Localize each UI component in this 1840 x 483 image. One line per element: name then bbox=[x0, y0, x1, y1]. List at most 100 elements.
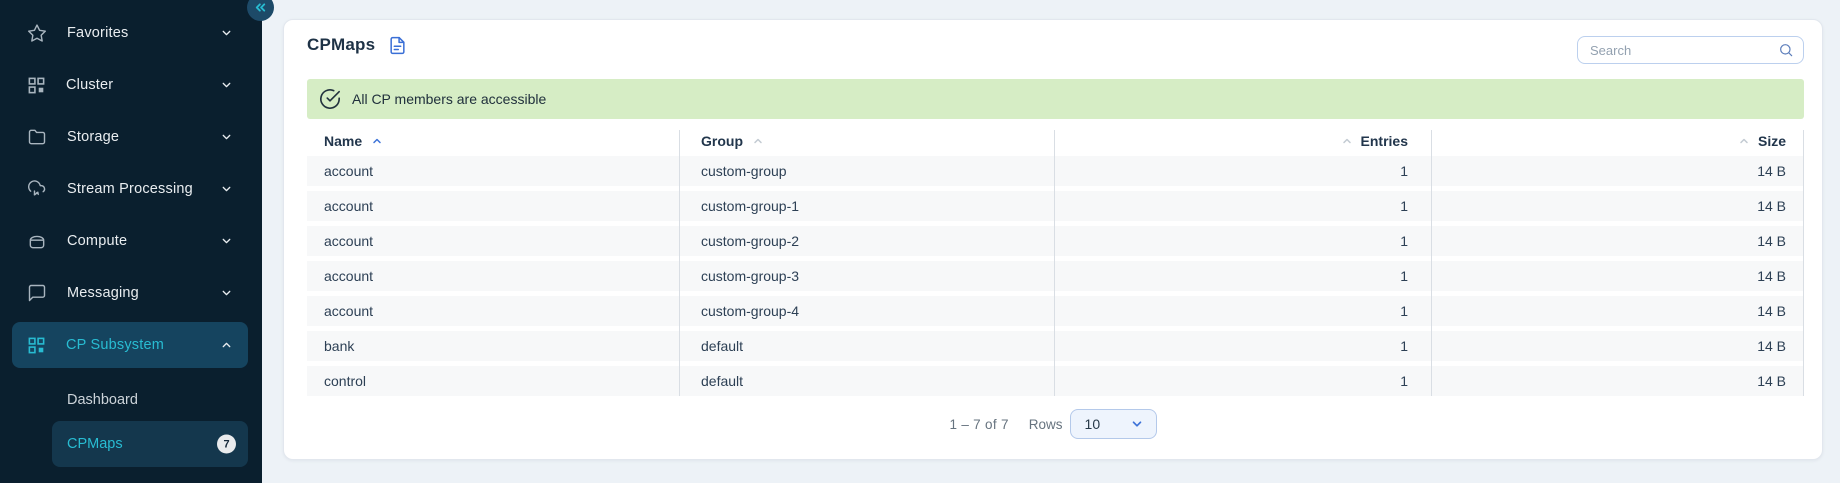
sidebar-subitem-label: Dashboard bbox=[67, 392, 138, 408]
cell-group: custom-group-1 bbox=[679, 191, 1054, 221]
cell-size: 14 B bbox=[1431, 366, 1806, 396]
page-title: CPMaps bbox=[307, 35, 375, 55]
cell-group: custom-group-2 bbox=[679, 226, 1054, 256]
sidebar-item-favorites[interactable]: Favorites bbox=[12, 10, 248, 56]
sidebar-item-cp-subsystem[interactable]: CP Subsystem bbox=[12, 322, 248, 368]
pagination: 1 – 7 of 7 Rows 10 bbox=[284, 409, 1822, 439]
cloud-stream-icon bbox=[27, 179, 47, 199]
sidebar-item-label: Compute bbox=[67, 233, 127, 249]
double-chevron-left-icon bbox=[253, 0, 268, 15]
cell-entries: 1 bbox=[1054, 226, 1431, 256]
cell-entries: 1 bbox=[1054, 156, 1431, 186]
chevron-down-icon bbox=[220, 235, 233, 248]
column-divider bbox=[1054, 130, 1055, 396]
grid-icon bbox=[27, 336, 46, 355]
cell-size: 14 B bbox=[1431, 331, 1806, 361]
cpmaps-table: Name Group Entries bbox=[307, 126, 1804, 396]
chevron-down-icon bbox=[220, 183, 233, 196]
column-header-entries[interactable]: Entries bbox=[1054, 126, 1431, 156]
sidebar-collapse-button[interactable] bbox=[247, 0, 274, 21]
cell-size: 14 B bbox=[1431, 296, 1806, 326]
cell-group: custom-group-3 bbox=[679, 261, 1054, 291]
cell-entries: 1 bbox=[1054, 331, 1431, 361]
sidebar-item-label: CP Subsystem bbox=[66, 337, 164, 353]
rows-per-page-select[interactable]: 10 bbox=[1070, 409, 1157, 439]
sidebar-item-messaging[interactable]: Messaging bbox=[12, 270, 248, 316]
chat-bubble-icon bbox=[27, 283, 47, 303]
search-box bbox=[1577, 36, 1804, 64]
cell-name: bank bbox=[307, 331, 679, 361]
folder-icon bbox=[27, 127, 47, 147]
table-header: Name Group Entries bbox=[307, 126, 1804, 156]
sidebar-item-stream-processing[interactable]: Stream Processing bbox=[12, 166, 248, 212]
sidebar-subitem-cpmaps[interactable]: CPMaps 7 bbox=[52, 421, 248, 467]
table-body: account custom-group 1 14 B account cust… bbox=[307, 156, 1804, 396]
cell-name: account bbox=[307, 296, 679, 326]
sort-inactive-icon bbox=[752, 135, 764, 147]
sidebar-item-cluster[interactable]: Cluster bbox=[12, 62, 248, 108]
sort-inactive-icon bbox=[1738, 135, 1750, 147]
rows-per-page-value: 10 bbox=[1085, 416, 1130, 432]
sidebar-item-label: Cluster bbox=[66, 77, 113, 93]
grid-icon bbox=[27, 76, 46, 95]
cell-name: account bbox=[307, 156, 679, 186]
cell-size: 14 B bbox=[1431, 156, 1806, 186]
pagination-range: 1 – 7 of 7 bbox=[949, 417, 1008, 432]
cell-entries: 1 bbox=[1054, 366, 1431, 396]
column-divider bbox=[1803, 130, 1804, 396]
cell-group: custom-group bbox=[679, 156, 1054, 186]
column-label: Name bbox=[324, 133, 362, 149]
cell-name: control bbox=[307, 366, 679, 396]
column-label: Size bbox=[1758, 133, 1786, 149]
sidebar-subitem-label: CPMaps bbox=[67, 436, 123, 452]
sidebar-item-storage[interactable]: Storage bbox=[12, 114, 248, 160]
table-row[interactable]: bank default 1 14 B bbox=[307, 331, 1804, 361]
search-icon bbox=[1778, 42, 1794, 58]
sidebar-item-label: Stream Processing bbox=[67, 181, 193, 197]
page-header: CPMaps bbox=[307, 33, 407, 57]
chevron-up-icon bbox=[220, 339, 233, 352]
table-row[interactable]: account custom-group-4 1 14 B bbox=[307, 296, 1804, 326]
sidebar-item-compute[interactable]: Compute bbox=[12, 218, 248, 264]
column-divider bbox=[679, 130, 680, 396]
compute-box-icon bbox=[27, 231, 47, 251]
cell-group: default bbox=[679, 331, 1054, 361]
column-label: Group bbox=[701, 133, 743, 149]
search-input[interactable] bbox=[1578, 43, 1778, 58]
chevron-down-icon bbox=[220, 131, 233, 144]
column-divider bbox=[1431, 130, 1432, 396]
cell-entries: 1 bbox=[1054, 261, 1431, 291]
sidebar-item-label: Favorites bbox=[67, 25, 128, 41]
table-row[interactable]: account custom-group-2 1 14 B bbox=[307, 226, 1804, 256]
column-header-size[interactable]: Size bbox=[1431, 126, 1806, 156]
sort-inactive-icon bbox=[1341, 135, 1353, 147]
table-row[interactable]: account custom-group-3 1 14 B bbox=[307, 261, 1804, 291]
chevron-down-icon bbox=[220, 27, 233, 40]
table-row[interactable]: control default 1 14 B bbox=[307, 366, 1804, 396]
sidebar-item-label: Messaging bbox=[67, 285, 139, 301]
check-circle-icon bbox=[319, 88, 341, 110]
sidebar-subitem-dashboard[interactable]: Dashboard bbox=[52, 378, 248, 422]
column-label: Entries bbox=[1361, 133, 1408, 149]
chevron-down-icon bbox=[220, 287, 233, 300]
table-row[interactable]: account custom-group-1 1 14 B bbox=[307, 191, 1804, 221]
cell-size: 14 B bbox=[1431, 226, 1806, 256]
cell-group: custom-group-4 bbox=[679, 296, 1054, 326]
table-row[interactable]: account custom-group 1 14 B bbox=[307, 156, 1804, 186]
chevron-down-icon bbox=[1130, 417, 1144, 431]
cell-name: account bbox=[307, 261, 679, 291]
sidebar-item-label: Storage bbox=[67, 129, 119, 145]
column-header-name[interactable]: Name bbox=[307, 126, 679, 156]
cell-name: account bbox=[307, 191, 679, 221]
cell-size: 14 B bbox=[1431, 261, 1806, 291]
cell-entries: 1 bbox=[1054, 296, 1431, 326]
cell-name: account bbox=[307, 226, 679, 256]
count-badge: 7 bbox=[217, 435, 236, 454]
document-icon[interactable] bbox=[388, 36, 407, 55]
sort-asc-icon bbox=[371, 135, 383, 147]
star-icon bbox=[27, 23, 47, 43]
status-banner-text: All CP members are accessible bbox=[352, 91, 546, 107]
status-banner: All CP members are accessible bbox=[307, 79, 1804, 119]
column-header-group[interactable]: Group bbox=[679, 126, 1054, 156]
cell-size: 14 B bbox=[1431, 191, 1806, 221]
